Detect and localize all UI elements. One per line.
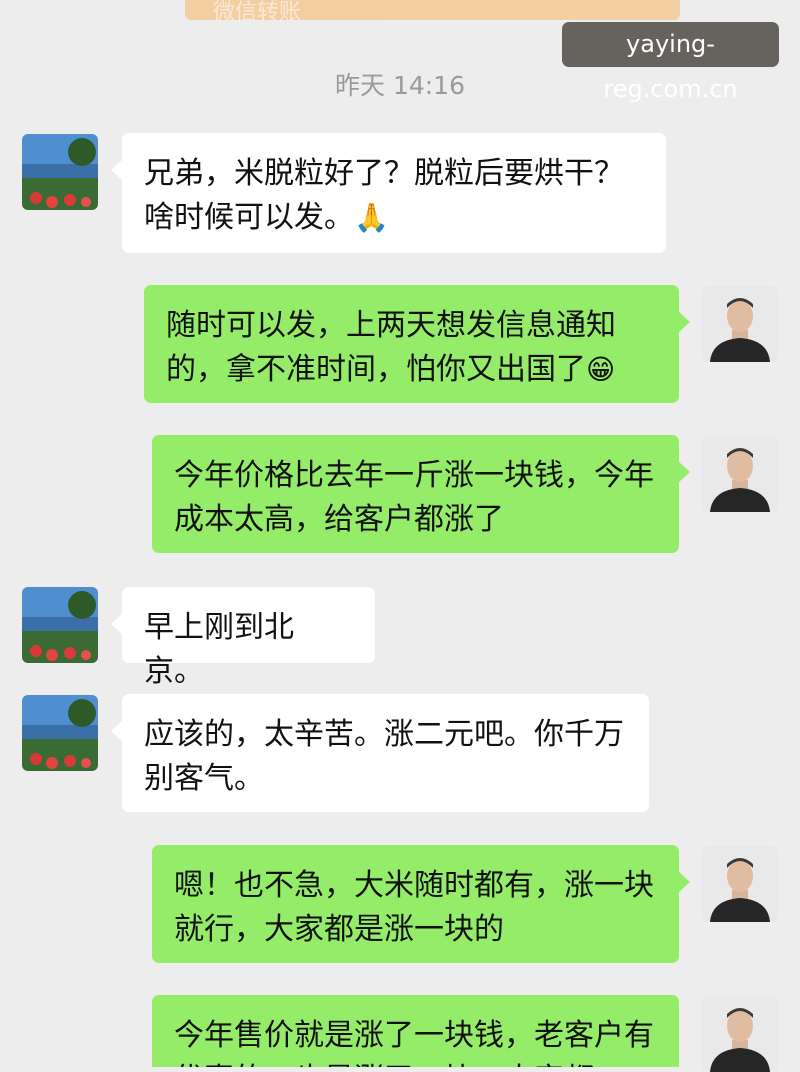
message-bubble-incoming[interactable]: 早上刚到北京。 [111,587,375,689]
landscape-avatar-icon [22,695,98,771]
contact-avatar[interactable] [22,695,98,771]
message-text: 嗯！也不急，大米随时都有，涨一块就行，大家都是涨一块的 [174,868,654,947]
message-bubble-outgoing[interactable]: 嗯！也不急，大米随时都有，涨一块就行，大家都是涨一块的 [152,845,690,963]
transfer-card[interactable]: 微信转账 [185,0,680,25]
message-bubble-incoming[interactable]: 应该的，太辛苦。涨二元吧。你千万别客气。 [111,694,649,812]
message-text: 早上刚到北京。 [144,610,294,689]
message-bubble-outgoing[interactable]: 今年价格比去年一斤涨一块钱，今年成本太高，给客户都涨了 [152,435,690,553]
my-avatar[interactable] [702,436,778,512]
landscape-avatar-icon [22,134,98,210]
message-text: 今年价格比去年一斤涨一块钱，今年成本太高，给客户都涨了 [174,458,654,537]
person-avatar-icon [702,996,778,1072]
watermark: yaying-reg.com.cn [562,22,779,103]
my-avatar[interactable] [702,846,778,922]
message-bubble-outgoing[interactable]: 随时可以发，上两天想发信息通知的，拿不准时间，怕你又出国了😁 [144,285,690,403]
message-text: 随时可以发，上两天想发信息通知的，拿不准时间，怕你又出国了 [166,308,616,387]
grinning-face-emoji: 😁 [586,353,616,386]
person-avatar-icon [702,286,778,362]
message-bubble-outgoing[interactable]: 今年售价就是涨了一块钱，老客户有优惠的，也是涨了一块，大家都 [152,995,679,1067]
contact-avatar[interactable] [22,587,98,663]
chat-timestamp: 昨天 14:16 [335,71,465,100]
contact-avatar[interactable] [22,134,98,210]
landscape-avatar-icon [22,587,98,663]
message-text: 今年售价就是涨了一块钱，老客户有优惠的，也是涨了一块，大家都 [174,1018,654,1067]
my-avatar[interactable] [702,996,778,1072]
person-avatar-icon [702,846,778,922]
my-avatar[interactable] [702,286,778,362]
folded-hands-emoji: 🙏 [354,201,389,234]
person-avatar-icon [702,436,778,512]
message-text: 应该的，太辛苦。涨二元吧。你千万别客气。 [144,717,624,796]
message-bubble-incoming[interactable]: 兄弟，米脱粒好了？脱粒后要烘干？啥时候可以发。🙏 [111,133,666,253]
transfer-card-label: 微信转账 [213,0,302,25]
